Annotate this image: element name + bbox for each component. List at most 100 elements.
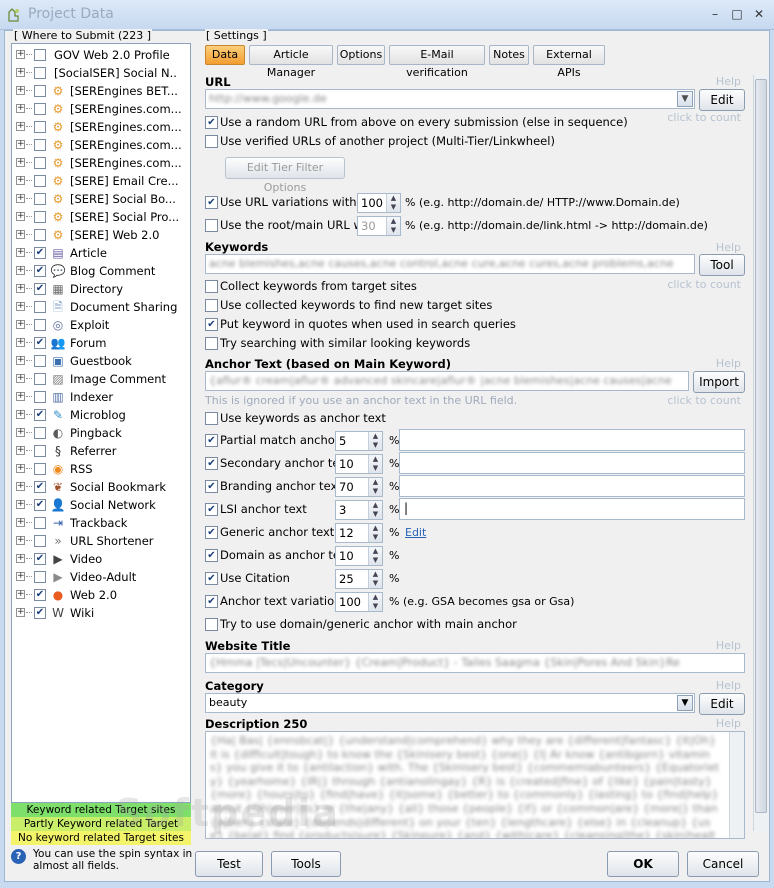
platform-item[interactable]: + ✔ ● Web 2.0	[12, 586, 190, 604]
checkbox-box[interactable]	[205, 135, 218, 148]
expand-icon[interactable]: +	[16, 140, 25, 149]
platform-item[interactable]: + ✔ 💬 Blog Comment	[12, 262, 190, 280]
expand-icon[interactable]: +	[16, 122, 25, 131]
expand-icon[interactable]: +	[16, 86, 25, 95]
checkbox-box[interactable]: ✔	[205, 526, 218, 539]
platform-checkbox[interactable]	[34, 103, 46, 115]
url-help-link[interactable]: Help	[716, 75, 741, 88]
tab-e-mail-verification[interactable]: E-Mail verification	[389, 45, 485, 79]
description-help-link[interactable]: Help	[716, 717, 741, 730]
expand-icon[interactable]: +	[16, 320, 25, 329]
expand-icon[interactable]: +	[16, 500, 25, 509]
settings-scrollbar[interactable]	[753, 75, 767, 831]
platform-checkbox[interactable]	[34, 535, 46, 547]
expand-icon[interactable]: +	[16, 266, 25, 275]
spin-arrows-icon[interactable]: ▲ ▼	[368, 455, 382, 473]
keywords-click-to-count[interactable]: click to count	[667, 278, 741, 291]
generic-anchor-edit-link[interactable]: Edit	[405, 526, 426, 539]
description-scrollbar[interactable]	[729, 732, 744, 838]
anchor-percent-spinner[interactable]: 100 ▲ ▼	[335, 592, 383, 612]
platform-item[interactable]: + ✔ ▶ Video	[12, 550, 190, 568]
expand-icon[interactable]: +	[16, 482, 25, 491]
checkbox-box[interactable]: ✔	[205, 457, 218, 470]
checkbox-box[interactable]: ✔	[205, 318, 218, 331]
platform-checkbox[interactable]	[34, 139, 46, 151]
spin-arrows-icon[interactable]: ▲ ▼	[368, 524, 382, 542]
anchor-percent-spinner[interactable]: 70 ▲ ▼	[335, 477, 383, 497]
platform-item[interactable]: + ⚙ [SEREngines.com...	[12, 118, 190, 136]
platform-checkbox[interactable]	[34, 427, 46, 439]
expand-icon[interactable]: +	[16, 248, 25, 257]
platform-checkbox[interactable]	[34, 85, 46, 97]
platform-checkbox[interactable]	[34, 193, 46, 205]
expand-icon[interactable]: +	[16, 446, 25, 455]
platform-item[interactable]: + ✔ ❦ Social Bookmark	[12, 478, 190, 496]
platform-item[interactable]: + ✔ 👥 Forum	[12, 334, 190, 352]
anchor-text-field[interactable]: {aflur® cream|aflur® advanced skincare|a…	[205, 371, 689, 391]
platform-item[interactable]: + ⚙ [SERE] Social Bo...	[12, 190, 190, 208]
platform-checkbox[interactable]: ✔	[34, 409, 46, 421]
anchor-text-input[interactable]	[399, 475, 745, 497]
keywords-field[interactable]: acne blemishes,acne causes,acne control,…	[205, 254, 695, 274]
anchor-import-button[interactable]: Import	[693, 371, 745, 393]
chevron-down-icon[interactable]: ▼	[677, 695, 693, 711]
anchor-percent-spinner[interactable]: 3 ▲ ▼	[335, 500, 383, 520]
platform-item[interactable]: + ◐ Pingback	[12, 424, 190, 442]
spin-arrows-icon[interactable]: ▲ ▼	[368, 478, 382, 496]
platform-checkbox[interactable]	[34, 355, 46, 367]
platform-checkbox[interactable]: ✔	[34, 499, 46, 511]
platform-item[interactable]: + ⚙ [SEREngines.com...	[12, 100, 190, 118]
platform-checkbox[interactable]	[34, 157, 46, 169]
category-field[interactable]: beauty ▼	[205, 693, 695, 713]
expand-icon[interactable]: +	[16, 158, 25, 167]
platform-checkbox[interactable]	[34, 319, 46, 331]
platform-item[interactable]: + » URL Shortener	[12, 532, 190, 550]
tab-article-manager[interactable]: Article Manager	[249, 45, 333, 79]
anchor-percent-spinner[interactable]: 10 ▲ ▼	[335, 454, 383, 474]
checkbox-box[interactable]: ✔	[205, 480, 218, 493]
expand-icon[interactable]: +	[16, 554, 25, 563]
expand-icon[interactable]: +	[16, 590, 25, 599]
checkbox-box[interactable]	[205, 299, 218, 312]
close-button[interactable]: ✕	[750, 6, 768, 22]
platform-checkbox[interactable]	[34, 373, 46, 385]
expand-icon[interactable]: +	[16, 464, 25, 473]
platform-item[interactable]: + ▥ Indexer	[12, 388, 190, 406]
category-edit-button[interactable]: Edit	[699, 693, 745, 715]
expand-icon[interactable]: +	[16, 572, 25, 581]
platform-item[interactable]: + 🗎 Document Sharing	[12, 298, 190, 316]
platform-item[interactable]: + ✔ W Wiki	[12, 604, 190, 622]
website-title-help-link[interactable]: Help	[716, 639, 741, 652]
platform-item[interactable]: + ✔ ▤ Article	[12, 244, 190, 262]
expand-icon[interactable]: +	[16, 392, 25, 401]
expand-icon[interactable]: +	[16, 176, 25, 185]
checkbox-box[interactable]: ✔	[205, 549, 218, 562]
checkbox-box[interactable]	[205, 412, 218, 425]
platform-checkbox[interactable]	[34, 67, 46, 79]
platform-checkbox[interactable]	[34, 229, 46, 241]
cancel-button[interactable]: Cancel	[687, 851, 759, 877]
platform-item[interactable]: + ⇥ Trackback	[12, 514, 190, 532]
platform-tree[interactable]: + GOV Web 2.0 Profile + [SocialSER] Social …	[11, 43, 191, 803]
anchor-text-input[interactable]	[399, 452, 745, 474]
platform-item[interactable]: + ✔ ✎ Microblog	[12, 406, 190, 424]
minimize-button[interactable]: –	[706, 6, 724, 22]
expand-icon[interactable]: +	[16, 338, 25, 347]
anchor-percent-spinner[interactable]: 12 ▲ ▼	[335, 523, 383, 543]
expand-icon[interactable]: +	[16, 302, 25, 311]
expand-icon[interactable]: +	[16, 356, 25, 365]
anchor-text-input[interactable]: |	[399, 498, 745, 520]
ok-button[interactable]: OK	[607, 851, 679, 877]
expand-icon[interactable]: +	[16, 608, 25, 617]
platform-item[interactable]: + ▣ Guestbook	[12, 352, 190, 370]
platform-item[interactable]: + ✔ 👤 Social Network	[12, 496, 190, 514]
tab-external-apis[interactable]: External APIs	[533, 45, 605, 79]
platform-checkbox[interactable]	[34, 391, 46, 403]
checkbox-box[interactable]	[205, 219, 218, 232]
platform-checkbox[interactable]: ✔	[34, 481, 46, 493]
platform-checkbox[interactable]	[34, 175, 46, 187]
expand-icon[interactable]: +	[16, 410, 25, 419]
platform-item[interactable]: + [SocialSER] Social N...	[12, 64, 190, 82]
platform-checkbox[interactable]	[34, 121, 46, 133]
anchor-percent-spinner[interactable]: 25 ▲ ▼	[335, 569, 383, 589]
